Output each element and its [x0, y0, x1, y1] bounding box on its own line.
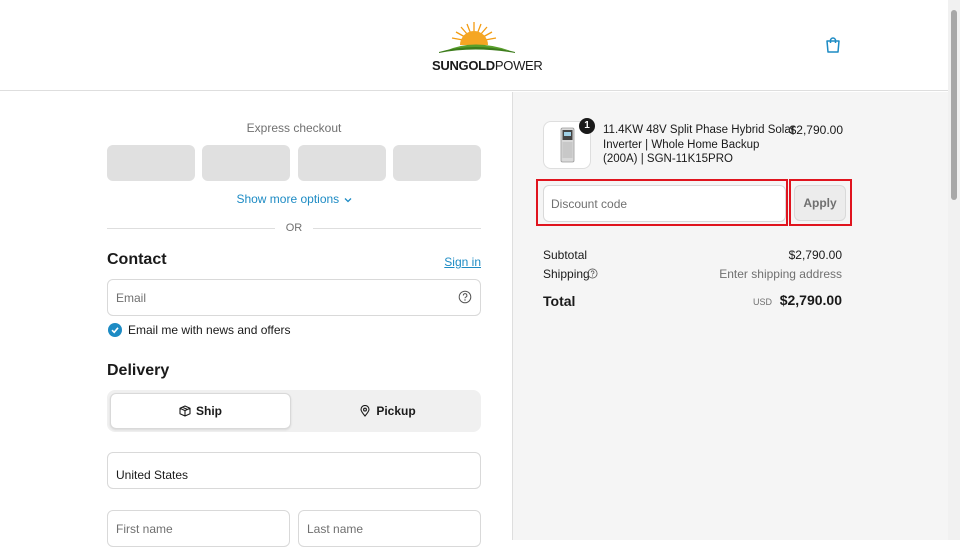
express-checkout-label: Express checkout [246, 121, 342, 135]
subtotal-label: Subtotal [543, 248, 588, 262]
country-select[interactable]: United States [107, 452, 481, 489]
scrollbar-thumb[interactable] [951, 10, 957, 200]
express-pay-button-2[interactable] [202, 145, 290, 181]
or-divider: OR [107, 222, 481, 236]
email-placeholder: Email [116, 291, 147, 305]
shipping-value: Enter shipping address [719, 267, 842, 281]
quantity-badge: 1 [579, 118, 595, 134]
email-field[interactable]: Email [107, 279, 481, 316]
express-pay-button-1[interactable] [107, 145, 195, 181]
last-name-field[interactable]: Last name [298, 510, 481, 547]
page-scrollbar[interactable] [948, 0, 960, 540]
first-name-field[interactable]: First name [107, 510, 290, 547]
checkout-header: SUNGOLDPOWER [0, 0, 948, 91]
checkout-form: Express checkout Show more options OR Co… [0, 92, 512, 547]
delivery-method-toggle: Ship Pickup [107, 390, 481, 432]
help-circle-icon[interactable] [587, 268, 598, 279]
sign-in-link[interactable]: Sign in [440, 255, 481, 269]
apply-button[interactable]: Apply [794, 185, 846, 221]
product-price: $2,790.00 [789, 123, 843, 137]
contact-heading: Contact [107, 251, 167, 268]
show-more-options-link[interactable]: Show more options [107, 192, 481, 206]
box-icon [179, 405, 191, 417]
location-pin-icon [360, 405, 370, 417]
total-value: $2,790.00 [779, 292, 842, 308]
email-optin-checkbox[interactable] [108, 323, 122, 337]
discount-code-input[interactable]: Discount code [543, 185, 786, 222]
discount-placeholder: Discount code [551, 197, 628, 211]
last-name-placeholder: Last name [307, 522, 364, 536]
total-currency: USD [752, 297, 772, 307]
delivery-heading: Delivery [107, 362, 170, 379]
country-value: United States [116, 468, 189, 482]
order-summary: 1 11.4KW 48V Split Phase Hybrid Solar In… [512, 92, 948, 540]
subtotal-value: $2,790.00 [788, 248, 842, 262]
total-label: Total [543, 293, 576, 309]
checkmark-icon [111, 327, 119, 334]
shipping-label: Shipping [543, 267, 590, 281]
brand-name: SUNGOLDPOWER [432, 58, 543, 73]
help-circle-icon[interactable] [458, 290, 472, 304]
email-optin-label: Email me with news and offers [128, 323, 291, 337]
shopping-bag-icon[interactable] [824, 36, 842, 54]
product-name: 11.4KW 48V Split Phase Hybrid Solar Inve… [603, 124, 795, 165]
chevron-down-icon [344, 197, 351, 203]
ship-option[interactable]: Ship [110, 393, 291, 429]
first-name-placeholder: First name [116, 522, 173, 536]
express-pay-button-3[interactable] [298, 145, 386, 181]
pickup-option[interactable]: Pickup [297, 393, 478, 429]
express-pay-button-4[interactable] [393, 145, 481, 181]
